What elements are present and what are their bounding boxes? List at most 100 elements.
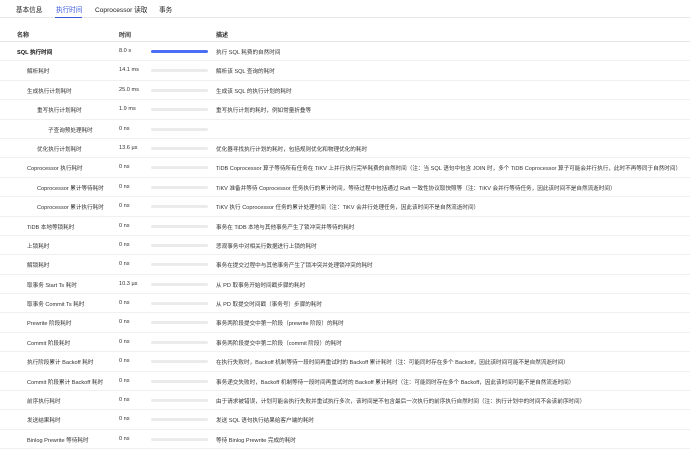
row-description: 生成该 SQL 的执行计划的耗时	[216, 88, 292, 95]
row-description: TiKV 准备并等待 Coprocessor 任务执行的累计时间，等待过程中包括…	[216, 185, 616, 192]
table-row: Commit 阶段耗时 0 ns 事务两阶段提交中第二阶段（commit 阶段）的耗…	[0, 333, 690, 353]
table-row: TiDB 本地等锁耗时 0 ns 事务在 TiDB 本地与其他事务产生了锁冲突并等待…	[0, 217, 690, 236]
row-time: 0 ns	[119, 397, 130, 404]
table-header: 名称 时间 描述	[0, 18, 690, 42]
row-description: 事务在 TiDB 本地与其他事务产生了锁冲突并等待的耗时	[216, 224, 355, 231]
row-description: 等待 Binlog Prewrite 完成的耗时	[216, 437, 296, 444]
row-name: Coprocessor 执行耗时	[27, 166, 83, 173]
row-name: 执行阶段累计 Backoff 耗时	[27, 360, 94, 367]
time-progress-bar	[151, 282, 208, 286]
row-time: 0 ns	[119, 377, 130, 384]
time-progress-bar	[151, 399, 208, 403]
time-progress-bar	[151, 166, 208, 170]
time-progress-bar	[151, 360, 208, 364]
table-row: 生成执行计划耗时 25.0 ms 生成该 SQL 的执行计划的耗时	[0, 81, 690, 101]
row-description: 重写执行计划的耗时，例如常量折叠等	[216, 108, 312, 115]
tab-execution-time[interactable]: 执行时间	[56, 4, 82, 14]
table-row: Binlog Prewrite 等待耗时 0 ns 等待 Binlog Prewri…	[0, 430, 690, 449]
row-name: 解锁耗时	[27, 263, 50, 270]
row-time: 0 ns	[119, 241, 130, 248]
table-row: 上锁耗时 0 ns 悲观事务中对相关行数据进行上锁的耗时	[0, 236, 690, 256]
column-header-time[interactable]: 时间	[119, 30, 131, 39]
table-row: Coprocessor 累计执行耗时 0 ns TiKV 执行 Coprocesso…	[0, 197, 690, 217]
row-description: 悲观事务中对相关行数据进行上锁的耗时	[216, 243, 317, 250]
table-row: 重写执行计划耗时 1.9 ms 重写执行计划的耗时，例如常量折叠等	[0, 100, 690, 120]
row-description: 优化器寻找执行计划的耗时，包括规则优化和物理优化的耗时	[216, 146, 368, 153]
row-name: Commit 阶段累计 Backoff 耗时	[27, 379, 104, 386]
row-time: 0 ns	[119, 300, 130, 307]
row-name: 取事务 Start Ts 耗时	[27, 282, 77, 289]
execution-time-table: 名称 时间 描述 SQL 执行时间 8.0 s 执行 SQL 耗费的自然时间解析耗时…	[0, 18, 690, 449]
time-progress-bar	[151, 263, 208, 267]
time-progress-bar	[151, 302, 208, 306]
row-description: 解析该 SQL 查询的耗时	[216, 69, 275, 76]
row-time: 0 ns	[119, 222, 130, 229]
row-description: TiKV 执行 Coprocessor 任务的累计处理时间（注：TiKV 会并行…	[216, 205, 480, 212]
table-row: 解锁耗时 0 ns 事务在提交过程中与其他事务产生了锁冲突并处理锁冲突的耗时	[0, 255, 690, 275]
table-row: 解析耗时 14.1 ms 解析该 SQL 查询的耗时	[0, 61, 690, 81]
row-name: Coprocessor 累计等待耗时	[37, 185, 104, 192]
row-time: 8.0 s	[119, 48, 132, 54]
row-description: 由于请求被错误，计划可能会执行失败并重试执行多次，该时间是不包含最后一次执行的前…	[216, 399, 586, 406]
column-header-description[interactable]: 描述	[216, 30, 228, 39]
row-time: 1.9 ms	[119, 106, 136, 113]
row-time: 0 ns	[119, 203, 130, 210]
row-description: 事务递交失败时，Backoff 机制等待一段时间再重试时的 Backoff 累计…	[216, 379, 575, 386]
table-row: 优化执行计划耗时 13.6 µs 优化器寻找执行计划的耗时，包括规则优化和物理优化的…	[0, 139, 690, 159]
row-name: 发送结果耗时	[27, 418, 61, 425]
row-time: 0 ns	[119, 435, 130, 442]
table-row: Coprocessor 累计等待耗时 0 ns TiKV 准备并等待 Coproce…	[0, 178, 690, 198]
time-progress-bar	[151, 340, 208, 344]
time-progress-bar	[151, 205, 208, 209]
row-time: 25.0 ms	[119, 86, 139, 93]
row-description: TiDB Coprocessor 算子等待所有任务在 TiKV 上并行执行完毕耗…	[216, 166, 682, 173]
table-body: SQL 执行时间 8.0 s 执行 SQL 耗费的自然时间 解析耗时 14.1 ms 解析…	[0, 42, 690, 449]
row-name: SQL 执行时间	[17, 50, 53, 56]
tab-coprocessor-read[interactable]: Coprocessor 读取	[95, 4, 147, 14]
table-row: Prewrite 阶段耗时 0 ns 事务两阶段提交中第一阶段（prewrite 阶…	[0, 313, 690, 333]
time-progress-bar	[151, 69, 208, 73]
table-row: 取事务 Start Ts 耗时 10.3 µs 从 PD 取事务开始时间戳步骤的耗时	[0, 275, 690, 295]
time-progress-bar	[151, 224, 208, 228]
time-progress-bar	[151, 50, 208, 53]
table-row: Coprocessor 执行耗时 0 ns TiDB Coprocessor 算子等…	[0, 158, 690, 178]
tab-basic-info[interactable]: 基本信息	[16, 4, 42, 14]
time-progress-bar	[151, 127, 208, 131]
row-description: 事务两阶段提交中第一阶段（prewrite 阶段）的耗时	[216, 321, 344, 328]
row-name: TiDB 本地等锁耗时	[27, 224, 75, 231]
row-name: Coprocessor 累计执行耗时	[37, 205, 104, 212]
row-name: Prewrite 阶段耗时	[27, 321, 72, 328]
row-time: 0 ns	[119, 319, 130, 326]
row-description: 从 PD 取提交时间戳（事务号）步骤的耗时	[216, 302, 322, 309]
column-header-name[interactable]: 名称	[17, 30, 29, 39]
row-name: Binlog Prewrite 等待耗时	[27, 437, 89, 444]
tab-bar: 基本信息 执行时间 Coprocessor 读取 事务	[0, 0, 690, 18]
time-progress-bar	[151, 108, 208, 112]
row-description: 在执行失败时，Backoff 机制等待一段时间再重试时的 Backoff 累计耗…	[216, 360, 569, 367]
row-name: 优化执行计划耗时	[37, 146, 82, 153]
row-name: 生成执行计划耗时	[27, 88, 72, 95]
table-row: Commit 阶段累计 Backoff 耗时 0 ns 事务递交失败时，Backof…	[0, 372, 690, 392]
row-time: 0 ns	[119, 416, 130, 423]
row-name: 取事务 Commit Ts 耗时	[27, 302, 85, 309]
row-description: 事务两阶段提交中第二阶段（commit 阶段）的耗时	[216, 340, 342, 347]
row-name: 解析耗时	[27, 69, 50, 76]
time-progress-bar	[151, 437, 208, 441]
row-name: 前序执行耗时	[27, 399, 61, 406]
row-name: 重写执行计划耗时	[37, 108, 82, 115]
row-name: 上锁耗时	[27, 243, 50, 250]
row-description: 从 PD 取事务开始时间戳步骤的耗时	[216, 282, 306, 289]
row-description: 事务在提交过程中与其他事务产生了锁冲突并处理锁冲突的耗时	[216, 263, 373, 270]
time-progress-bar	[151, 243, 208, 247]
time-progress-fill	[151, 50, 208, 53]
row-time: 0 ns	[119, 338, 130, 345]
row-time: 14.1 ms	[119, 67, 139, 74]
row-name: 子查询预处理耗时	[48, 127, 93, 134]
time-progress-bar	[151, 185, 208, 189]
tab-transaction[interactable]: 事务	[159, 4, 172, 14]
row-time: 0 ns	[119, 261, 130, 268]
time-progress-bar	[151, 418, 208, 422]
row-time: 13.6 µs	[119, 144, 138, 151]
row-description: 发送 SQL 语句执行结果给客户端的耗时	[216, 418, 315, 425]
row-description: 执行 SQL 耗费的自然时间	[216, 50, 281, 56]
